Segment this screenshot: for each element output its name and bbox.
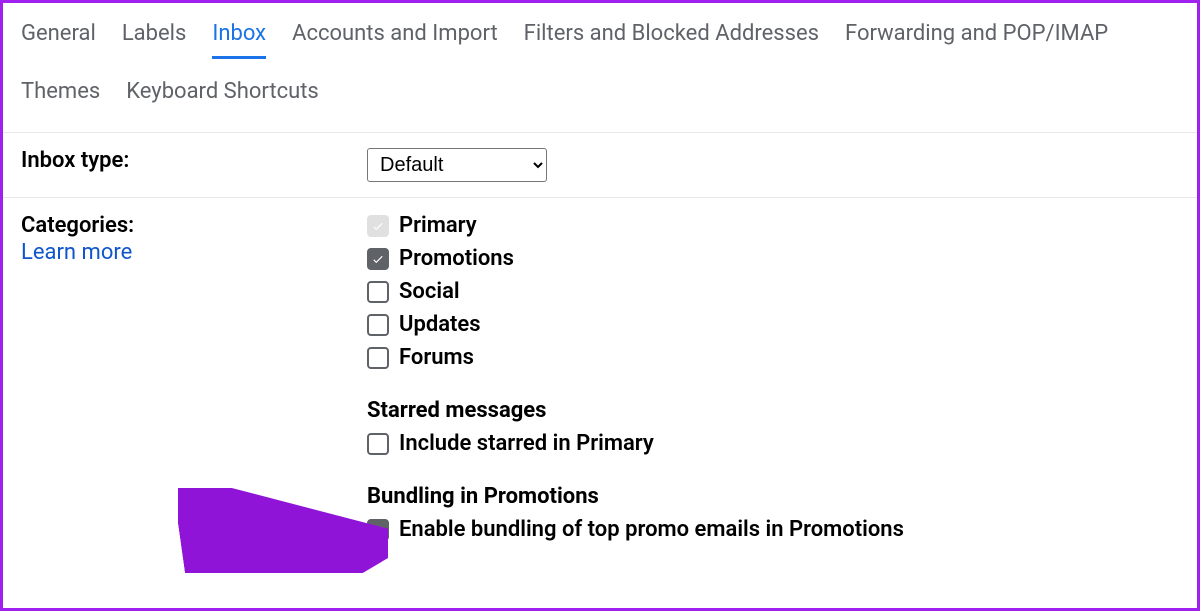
category-social-row: Social <box>367 279 1179 304</box>
inbox-type-select[interactable]: Default <box>367 148 547 182</box>
checkbox-updates[interactable] <box>367 314 389 336</box>
settings-body: Inbox type: Default Categories: Learn mo… <box>3 133 1197 557</box>
checkbox-include-starred[interactable] <box>367 433 389 455</box>
checkbox-social[interactable] <box>367 281 389 303</box>
category-forums-row: Forums <box>367 345 1179 370</box>
settings-tabs: General Labels Inbox Accounts and Import… <box>3 3 1197 133</box>
category-primary-label: Primary <box>399 213 477 238</box>
category-updates-row: Updates <box>367 312 1179 337</box>
tab-keyboard-shortcuts[interactable]: Keyboard Shortcuts <box>126 79 319 114</box>
tab-inbox[interactable]: Inbox <box>212 21 266 59</box>
check-icon <box>371 523 385 537</box>
starred-option-label: Include starred in Primary <box>399 431 654 456</box>
category-promotions-label: Promotions <box>399 246 514 271</box>
category-updates-label: Updates <box>399 312 481 337</box>
checkbox-promotions[interactable] <box>367 248 389 270</box>
category-forums-label: Forums <box>399 345 474 370</box>
inbox-type-label: Inbox type: <box>21 148 367 173</box>
category-primary-row: Primary <box>367 213 1179 238</box>
bundling-heading: Bundling in Promotions <box>367 484 1179 509</box>
checkbox-primary[interactable] <box>367 215 389 237</box>
bundling-option-label: Enable bundling of top promo emails in P… <box>399 517 904 542</box>
check-icon <box>371 252 385 266</box>
checkbox-forums[interactable] <box>367 347 389 369</box>
tab-labels[interactable]: Labels <box>122 21 187 59</box>
tab-accounts-import[interactable]: Accounts and Import <box>292 21 498 59</box>
tab-themes[interactable]: Themes <box>21 79 100 114</box>
checkbox-enable-bundling[interactable] <box>367 519 389 541</box>
tab-forwarding-pop-imap[interactable]: Forwarding and POP/IMAP <box>845 21 1108 59</box>
bundling-option-row: Enable bundling of top promo emails in P… <box>367 517 1179 542</box>
category-social-label: Social <box>399 279 460 304</box>
tab-general[interactable]: General <box>21 21 96 59</box>
setting-inbox-type: Inbox type: Default <box>3 133 1197 198</box>
starred-heading: Starred messages <box>367 398 1179 423</box>
categories-label-block: Categories: Learn more <box>21 213 367 265</box>
bundling-section: Bundling in Promotions Enable bundling o… <box>367 484 1179 542</box>
category-promotions-row: Promotions <box>367 246 1179 271</box>
starred-messages-section: Starred messages Include starred in Prim… <box>367 398 1179 456</box>
categories-label: Categories: <box>21 213 134 238</box>
check-icon <box>371 219 385 233</box>
tab-filters-blocked[interactable]: Filters and Blocked Addresses <box>524 21 819 59</box>
learn-more-link[interactable]: Learn more <box>21 240 367 265</box>
starred-option-row: Include starred in Primary <box>367 431 1179 456</box>
setting-categories: Categories: Learn more Primary Promotion… <box>3 198 1197 557</box>
